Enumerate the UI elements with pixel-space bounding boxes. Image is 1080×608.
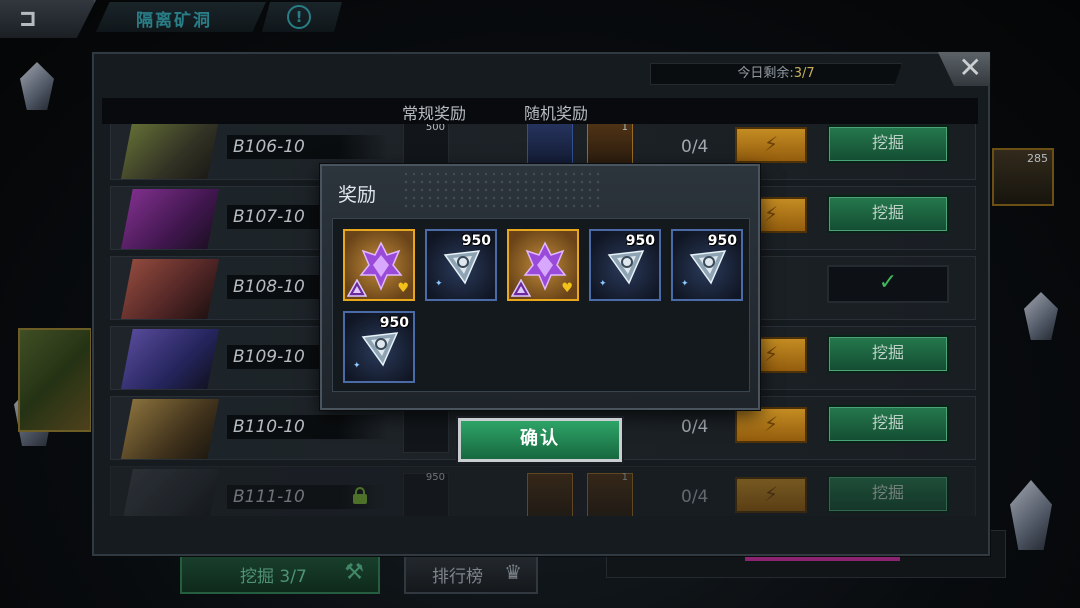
header-random-reward: 随机奖励 (524, 104, 589, 123)
dig-progress: 0/4 (681, 487, 709, 507)
lightning-icon: ⚡ (763, 482, 779, 506)
prism-shard-icon (361, 332, 399, 367)
lightning-icon: ⚡ (763, 342, 779, 366)
sparkle-icon: ✦ (599, 279, 607, 289)
item-qty: 950 (625, 233, 655, 249)
confirm-button[interactable]: 确认 (458, 418, 622, 462)
sparkle-icon: ✦ (435, 279, 443, 289)
random-reward-slot[interactable] (527, 473, 573, 516)
lightning-icon: ⚡ (763, 412, 779, 436)
boss-portrait (121, 399, 219, 459)
dig-button[interactable]: 挖掘 (827, 195, 949, 233)
prism-shard-icon (607, 250, 645, 285)
info-icon[interactable]: ! (287, 5, 311, 29)
mine-row-locked: B111-10 950 1 0/4 ⚡ 挖掘 (110, 466, 976, 516)
item-qty: 950 (461, 233, 491, 249)
remaining-today: 今日剩余:3/7 (650, 63, 902, 85)
item-qty: 950 (379, 315, 409, 331)
dig-progress: 0/4 (681, 417, 709, 437)
background-map-tile (18, 328, 92, 432)
regular-reward-slot[interactable] (403, 403, 449, 453)
boss-portrait (121, 189, 219, 249)
reward-item-prism-shard[interactable]: ✦ 950 (425, 229, 497, 301)
sparkle-icon: ✦ (353, 361, 361, 371)
lightning-icon: ⚡ (763, 202, 779, 226)
slot-qty: 1 (621, 472, 628, 483)
dig-button[interactable]: 挖掘 (827, 335, 949, 373)
crystal-decoration (1024, 292, 1058, 340)
top-bar: ⊐ 隔离矿洞 ! (0, 0, 1080, 38)
boss-portrait (121, 124, 219, 179)
reward-item-prism-shard[interactable]: ✦ 950 (671, 229, 743, 301)
boss-portrait (121, 469, 219, 516)
back-button[interactable]: ⊐ (0, 0, 96, 38)
lightning-icon: ⚡ (763, 132, 779, 156)
prism-shard-icon (443, 250, 481, 285)
reward-item-purple-gem[interactable]: ♥ (343, 229, 415, 301)
remaining-label: 今日剩余: (737, 66, 794, 81)
heart-icon: ♥ (561, 281, 573, 296)
tab-dig-label: 挖掘 3/7 (240, 567, 307, 587)
remaining-value: 3/7 (793, 66, 815, 81)
info-tab[interactable]: ! (262, 2, 342, 32)
slot-qty: 950 (425, 472, 445, 483)
mine-name: B106-10 (227, 135, 387, 159)
resource-card-value: 285 (1027, 152, 1048, 165)
crystal-decoration (1010, 480, 1052, 550)
dig-button[interactable]: 挖掘 (827, 405, 949, 443)
boost-button[interactable]: ⚡ (735, 127, 807, 163)
reward-item-prism-shard[interactable]: ✦ 950 (589, 229, 661, 301)
completed-check: ✓ (827, 265, 949, 303)
dig-button[interactable]: 挖掘 (827, 125, 949, 163)
game-screen: 285 ⊐ 隔离矿洞 ! 挖掘 3/7 ⚒ 排行榜 ♛ 今日剩余:3/7 ✕ 常… (0, 0, 1080, 608)
slot-qty: 500 (425, 124, 445, 133)
tab-dig[interactable]: 挖掘 3/7 ⚒ (180, 552, 380, 594)
header-regular-reward: 常规奖励 (402, 104, 467, 123)
regular-reward-slot[interactable]: 950 (403, 472, 449, 516)
boss-portrait (121, 329, 219, 389)
trophy-icon: ♛ (504, 560, 522, 584)
column-header: 常规奖励 随机奖励 (102, 98, 978, 124)
dig-progress: 0/4 (681, 137, 709, 157)
rarity-badge-icon (511, 279, 531, 297)
prism-shard-icon (689, 250, 727, 285)
crystal-decoration (20, 62, 54, 110)
reward-items-panel: ♥ ✦ 950 ♥ ✦ 950 ✦ 950 ✦ 950 (332, 218, 750, 392)
resource-card[interactable]: 285 (992, 148, 1054, 206)
random-reward-slot[interactable]: 1 (587, 472, 633, 516)
boss-portrait (121, 259, 219, 319)
popup-decoration (402, 170, 602, 210)
tab-leaderboard[interactable]: 排行榜 ♛ (404, 552, 538, 594)
dig-button[interactable]: 挖掘 (827, 475, 949, 513)
page-title: 隔离矿洞 (96, 2, 266, 32)
reward-popup: 奖励 ♥ ✦ 950 ♥ ✦ 950 ✦ 950 ✦ 950 (320, 164, 760, 410)
popup-title: 奖励 (338, 184, 377, 206)
tab-leaderboard-label: 排行榜 (432, 567, 483, 587)
rarity-badge-icon (347, 279, 367, 297)
reward-item-purple-gem[interactable]: ♥ (507, 229, 579, 301)
pickaxe-icon: ⚒ (344, 560, 364, 585)
sparkle-icon: ✦ (681, 279, 689, 289)
heart-icon: ♥ (397, 281, 409, 296)
reward-item-prism-shard[interactable]: ✦ 950 (343, 311, 415, 383)
slot-qty: 1 (621, 124, 628, 133)
boost-button[interactable]: ⚡ (735, 477, 807, 513)
mine-name: B110-10 (227, 415, 387, 439)
boost-button[interactable]: ⚡ (735, 407, 807, 443)
lock-icon (353, 487, 367, 504)
item-qty: 950 (707, 233, 737, 249)
back-icon: ⊐ (20, 4, 36, 34)
close-icon: ✕ (958, 51, 982, 84)
